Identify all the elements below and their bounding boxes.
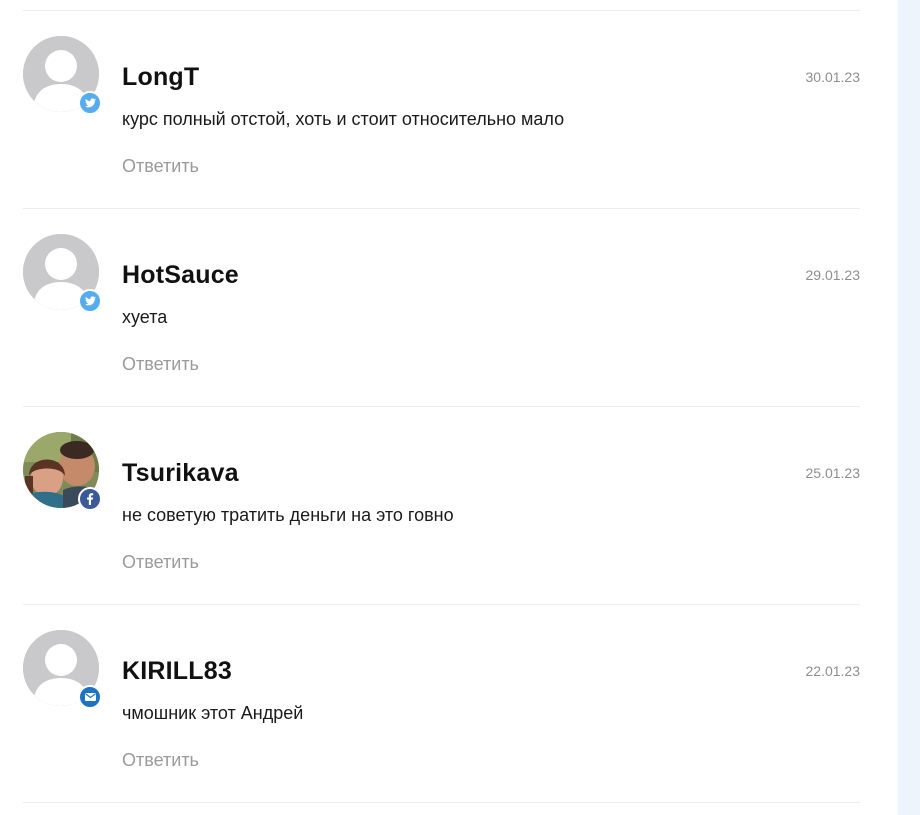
- comment-date: 30.01.23: [805, 69, 861, 85]
- comment-date: 25.01.23: [805, 465, 861, 481]
- right-sidebar-strip: [898, 0, 920, 815]
- comment-text: не советую тратить деньги на это говно: [122, 505, 454, 525]
- reply-link[interactable]: Ответить: [122, 156, 199, 177]
- reply-link[interactable]: Ответить: [122, 750, 199, 771]
- comment-author: LongT: [122, 63, 200, 91]
- comment-item: HotSauce 29.01.23 хуета Ответить: [23, 209, 860, 407]
- reply-link[interactable]: Ответить: [122, 354, 199, 375]
- twitter-icon: [78, 289, 102, 313]
- comment-author: KIRILL83: [122, 657, 232, 685]
- comment-text: чмошник этот Андрей: [122, 703, 304, 723]
- avatar[interactable]: [23, 432, 102, 511]
- twitter-icon: [78, 91, 102, 115]
- comment-date: 22.01.23: [805, 663, 861, 679]
- comment-text: курс полный отстой, хоть и стоит относит…: [122, 109, 565, 129]
- facebook-icon: [78, 487, 102, 511]
- comment-author: Tsurikava: [122, 459, 239, 487]
- comment-item: KIRILL83 22.01.23 чмошник этот Андрей От…: [23, 605, 860, 803]
- comment-item: Tsurikava 25.01.23 не советую тратить де…: [23, 407, 860, 605]
- comment-text: хуета: [122, 307, 168, 327]
- avatar[interactable]: [23, 630, 102, 709]
- mail-icon: [78, 685, 102, 709]
- divider: [23, 802, 860, 803]
- comment-date: 29.01.23: [805, 267, 861, 283]
- reply-link[interactable]: Ответить: [122, 552, 199, 573]
- avatar[interactable]: [23, 234, 102, 313]
- avatar[interactable]: [23, 36, 102, 115]
- comment-item: LongT 30.01.23 курс полный отстой, хоть …: [23, 11, 860, 209]
- page: LongT 30.01.23 курс полный отстой, хоть …: [0, 0, 920, 815]
- comment-author: HotSauce: [122, 261, 239, 289]
